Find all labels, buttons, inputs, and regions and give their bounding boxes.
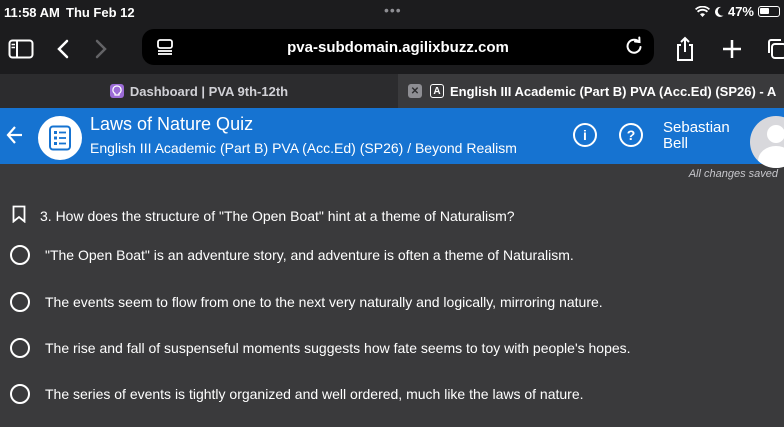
sidebar-toggle-icon[interactable] <box>6 34 36 64</box>
radio-button[interactable] <box>10 245 30 265</box>
user-first-name: Sebastian <box>663 119 730 136</box>
battery-icon <box>758 6 780 17</box>
bookmark-icon[interactable] <box>12 205 26 226</box>
answer-option-text: The series of events is tightly organize… <box>45 386 584 402</box>
radio-button[interactable] <box>10 292 30 312</box>
quiz-icon <box>38 116 82 160</box>
info-icon[interactable]: i <box>573 123 597 147</box>
tab-dashboard[interactable]: Dashboard | PVA 9th-12th <box>0 74 398 108</box>
status-bar: 11:58 AM Thu Feb 12 ••• 47% <box>0 0 784 24</box>
multitasking-dots[interactable]: ••• <box>384 2 402 18</box>
avatar[interactable] <box>750 116 784 168</box>
page-title: Laws of Nature Quiz <box>90 114 254 134</box>
breadcrumb: English III Academic (Part B) PVA (Acc.E… <box>90 140 517 156</box>
answer-option-text: "The Open Boat" is an adventure story, a… <box>45 247 574 263</box>
battery-percent: 47% <box>727 4 754 19</box>
new-tab-icon[interactable] <box>717 34 747 64</box>
quiz-header: Laws of Nature Quiz English III Academic… <box>0 108 784 168</box>
help-icon[interactable]: ? <box>619 123 643 147</box>
share-icon[interactable] <box>670 34 700 64</box>
status-date: Thu Feb 12 <box>66 5 135 20</box>
answer-option-text: The rise and fall of suspenseful moments… <box>45 340 631 356</box>
user-name[interactable]: Sebastian Bell <box>663 120 730 152</box>
browser-toolbar: pva-subdomain.agilixbuzz.com <box>0 24 784 74</box>
moon-icon <box>714 6 724 17</box>
radio-button[interactable] <box>10 384 30 404</box>
wifi-icon <box>694 5 710 17</box>
status-right: 47% <box>694 4 780 19</box>
tab-english[interactable]: ✕ A English III Academic (Part B) PVA (A… <box>398 74 784 108</box>
dashboard-favicon-icon <box>109 84 124 98</box>
user-last-name: Bell <box>663 135 689 152</box>
save-status: All changes saved <box>688 168 778 180</box>
reload-icon[interactable] <box>624 36 644 61</box>
back-icon[interactable] <box>48 34 78 64</box>
answer-option[interactable]: The events seem to flow from one to the … <box>10 292 603 312</box>
address-bar[interactable]: pva-subdomain.agilixbuzz.com <box>142 29 654 65</box>
radio-button[interactable] <box>10 338 30 358</box>
url-text: pva-subdomain.agilixbuzz.com <box>287 39 509 56</box>
forward-icon[interactable] <box>86 34 116 64</box>
agilix-favicon: A <box>430 84 444 98</box>
answer-option[interactable]: "The Open Boat" is an adventure story, a… <box>10 245 574 265</box>
tab-strip: Dashboard | PVA 9th-12th ✕ A English III… <box>0 74 784 108</box>
question-text: 3. How does the structure of "The Open B… <box>40 207 515 224</box>
answer-option[interactable]: The rise and fall of suspenseful moments… <box>10 338 631 358</box>
tab-dashboard-label: Dashboard | PVA 9th-12th <box>129 83 289 99</box>
back-arrow-icon[interactable] <box>6 122 24 153</box>
tab-english-label: English III Academic (Part B) PVA (Acc.E… <box>450 83 777 99</box>
close-tab-icon[interactable]: ✕ <box>408 84 422 98</box>
answer-option[interactable]: The series of events is tightly organize… <box>10 384 584 404</box>
tab-overview-icon[interactable] <box>762 34 784 64</box>
question-prompt: 3. How does the structure of "The Open B… <box>12 205 515 226</box>
status-time: 11:58 AM <box>4 5 60 20</box>
answer-option-text: The events seem to flow from one to the … <box>45 294 603 310</box>
